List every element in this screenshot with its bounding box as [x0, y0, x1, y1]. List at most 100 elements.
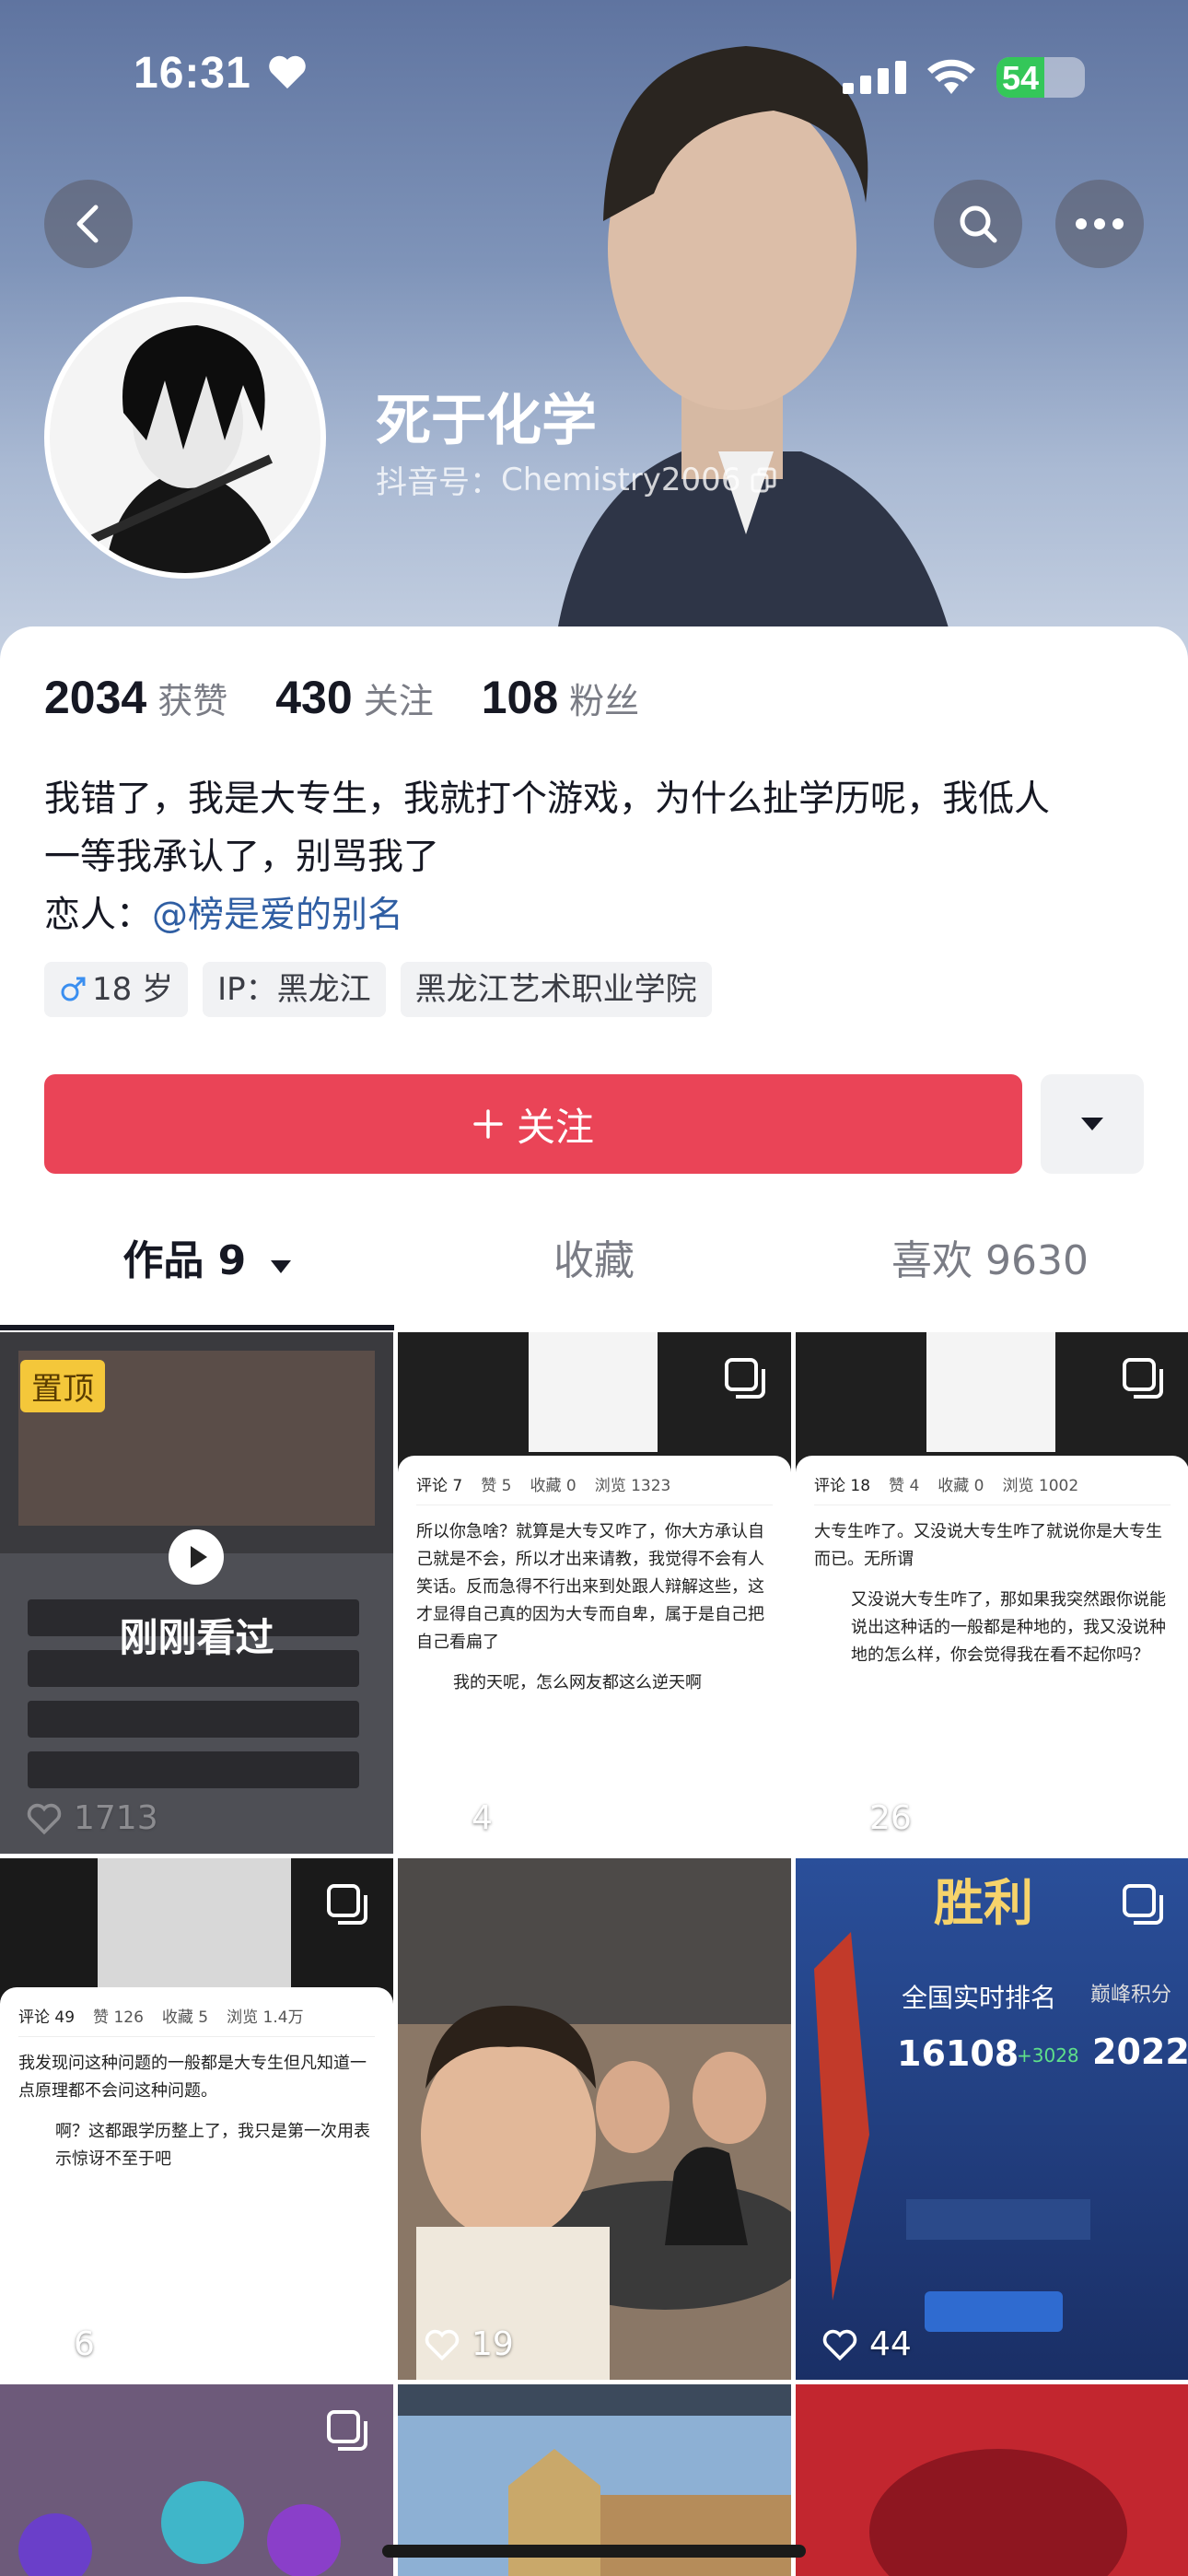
video-item[interactable]: 评论 49 赞 126 收藏 5 浏览 1.4万 我发现问这种问题的一般都是大专…	[0, 1858, 393, 2380]
multi-image-icon	[327, 1884, 367, 1925]
tab-likes[interactable]: 喜欢 9630	[847, 1207, 1133, 1316]
video-likes: 26	[821, 1799, 912, 1837]
comment-text: 大专生咋了。又没说大专生咋了就说你是大专生而已。无所谓	[814, 1522, 1162, 1569]
reply-text: 我的天呢，怎么网友都这么逆天啊	[453, 1673, 702, 1692]
video-thumbnail	[796, 2384, 1188, 2576]
battery-level: 54	[1002, 59, 1040, 97]
douyin-id-row[interactable]: 抖音号： Chemistry2006	[376, 457, 777, 502]
view-tab: 浏览 1323	[594, 1477, 671, 1495]
video-item[interactable]: 评论 7 赞 5 收藏 0 浏览 1323 所以你急啥？就算是大专又咋了，你大方…	[398, 1332, 791, 1854]
video-thumbnail	[398, 1858, 791, 2380]
play-icon	[169, 1529, 224, 1585]
pinned-badge: 置顶	[20, 1360, 105, 1412]
back-button[interactable]	[44, 180, 133, 268]
like-tab: 赞 5	[481, 1477, 512, 1495]
video-likes-count: 4	[472, 1799, 493, 1837]
heart-outline-icon	[425, 2329, 460, 2360]
male-icon	[61, 977, 86, 1001]
cellular-signal-icon	[843, 61, 906, 94]
lover-label: 恋人：	[44, 895, 153, 936]
reply-text: 又没说大专生咋了，那如果我突然跟你说能说出这种话的一般都是种地的，我又没说种地的…	[851, 1590, 1166, 1665]
follow-label: 关注	[516, 1104, 594, 1150]
search-icon	[960, 205, 997, 243]
comment-text: 所以你急啥？就算是大专又咋了，你大方承认自己就是不会，所以才出来请教，我觉得不会…	[416, 1522, 764, 1652]
fav-tab: 收藏 5	[161, 2008, 209, 2027]
douyin-id-value: Chemistry2006	[501, 461, 741, 498]
tab-favorites[interactable]: 收藏	[488, 1207, 700, 1316]
comment-tab: 评论 18	[814, 1477, 871, 1495]
reply-text: 啊？这都跟学历整上了，我只是第一次用表示惊讶不至于吧	[55, 2122, 370, 2169]
school-text: 黑龙江艺术职业学院	[414, 971, 697, 1008]
status-time: 16:31	[134, 49, 251, 98]
view-tab: 浏览 1.4万	[227, 2008, 304, 2027]
video-item[interactable]	[796, 2384, 1188, 2576]
comment-tabs: 评论 18 赞 4 收藏 0 浏览 1002	[814, 1472, 1171, 1505]
multi-image-icon	[327, 2410, 367, 2451]
rank-value: 16108	[897, 2033, 1019, 2074]
video-item[interactable]: 置顶 刚刚看过 1713	[0, 1332, 393, 1854]
fav-tab: 收藏 0	[938, 1477, 984, 1495]
video-likes: 19	[424, 2325, 514, 2363]
tab-indicator	[0, 1325, 394, 1330]
video-likes-count: 1713	[74, 1799, 158, 1837]
tab-works-label: 作品 9	[122, 1237, 247, 1284]
video-item[interactable]	[0, 2384, 393, 2576]
recommend-dropdown-button[interactable]	[1041, 1074, 1144, 1174]
comment-tab: 评论 49	[18, 2008, 76, 2027]
comment-text: 我发现问这种问题的一般都是大专生但凡知道一点原理都不会问这种问题。	[18, 2054, 367, 2101]
comment-tab: 评论 7	[416, 1477, 463, 1495]
followers-label[interactable]: 粉丝	[569, 673, 639, 723]
video-likes: 44	[821, 2325, 912, 2363]
bio-line: 一等我承认了，别骂我了	[44, 837, 440, 878]
avatar-image	[50, 302, 320, 573]
followers-count[interactable]: 108	[482, 671, 558, 724]
following-label[interactable]: 关注	[364, 673, 434, 723]
likes-label: 获赞	[157, 681, 228, 721]
video-likes-count: 44	[869, 2325, 912, 2363]
profile-stats: 2034 获赞 430 关注 108 粉丝	[44, 671, 687, 724]
video-likes-count: 6	[74, 2325, 95, 2363]
follow-button[interactable]: 关注	[44, 1074, 1022, 1174]
bio-line: 我错了，我是大专生，我就打个游戏，为什么扯学历呢，我低人	[44, 779, 1051, 820]
tab-likes-label: 喜欢 9630	[891, 1237, 1089, 1284]
heart-icon	[269, 55, 306, 89]
fav-tab: 收藏 0	[530, 1477, 577, 1495]
tab-works[interactable]: 作品 9	[92, 1207, 322, 1316]
video-likes-count: 26	[869, 1799, 912, 1837]
heart-outline-icon	[27, 1803, 62, 1834]
search-button[interactable]	[934, 180, 1022, 268]
video-item[interactable]: 胜利 全国实时排名 巅峰积分 16108 +3028 2022 44	[796, 1858, 1188, 2380]
profile-banner: 16:31 54 死于化学 抖音号： Chemistry2006	[0, 0, 1188, 663]
video-likes: 1713	[26, 1799, 158, 1837]
ip-text: IP：黑龙江	[217, 971, 371, 1008]
comment-screenshot: 评论 49 赞 126 收藏 5 浏览 1.4万 我发现问这种问题的一般都是大专…	[0, 1987, 393, 2380]
school-tag[interactable]: 黑龙江艺术职业学院	[400, 962, 712, 1017]
home-indicator[interactable]	[382, 2545, 806, 2558]
comment-screenshot: 评论 18 赞 4 收藏 0 浏览 1002 大专生咋了。又没说大专生咋了就说你…	[796, 1456, 1188, 1854]
rank-label: 全国实时排名	[902, 1983, 1057, 2013]
status-bar: 16:31 54	[0, 48, 1188, 112]
lover-row: 恋人：@榜是爱的别名	[44, 886, 403, 944]
caret-down-icon	[1081, 1118, 1103, 1130]
avatar[interactable]	[44, 297, 326, 579]
score-value: 2022	[1092, 2032, 1188, 2072]
age-tag: 18 岁	[44, 962, 189, 1017]
video-item[interactable]: 评论 18 赞 4 收藏 0 浏览 1002 大专生咋了。又没说大专生咋了就说你…	[796, 1332, 1188, 1854]
more-options-button[interactable]	[1055, 180, 1144, 268]
video-thumbnail	[926, 1332, 1055, 1452]
lover-link[interactable]: @榜是爱的别名	[152, 895, 403, 936]
following-count[interactable]: 430	[275, 671, 352, 724]
ip-tag: IP：黑龙江	[203, 962, 386, 1017]
profile-bio: 我错了，我是大专生，我就打个游戏，为什么扯学历呢，我低人 一等我承认了，别骂我了	[44, 770, 1149, 886]
recently-viewed-label: 刚刚看过	[119, 1615, 274, 1660]
video-item[interactable]: 19	[398, 1858, 791, 2380]
likes-count: 2034	[44, 672, 147, 723]
copy-icon[interactable]	[750, 466, 777, 494]
wifi-icon	[927, 59, 975, 94]
heart-outline-icon	[425, 1803, 460, 1834]
like-tab: 赞 126	[93, 2008, 144, 2027]
heart-outline-icon	[822, 2329, 857, 2360]
video-likes: 6	[26, 2325, 95, 2363]
plus-icon	[473, 1109, 503, 1139]
video-thumbnail	[529, 1332, 658, 1452]
